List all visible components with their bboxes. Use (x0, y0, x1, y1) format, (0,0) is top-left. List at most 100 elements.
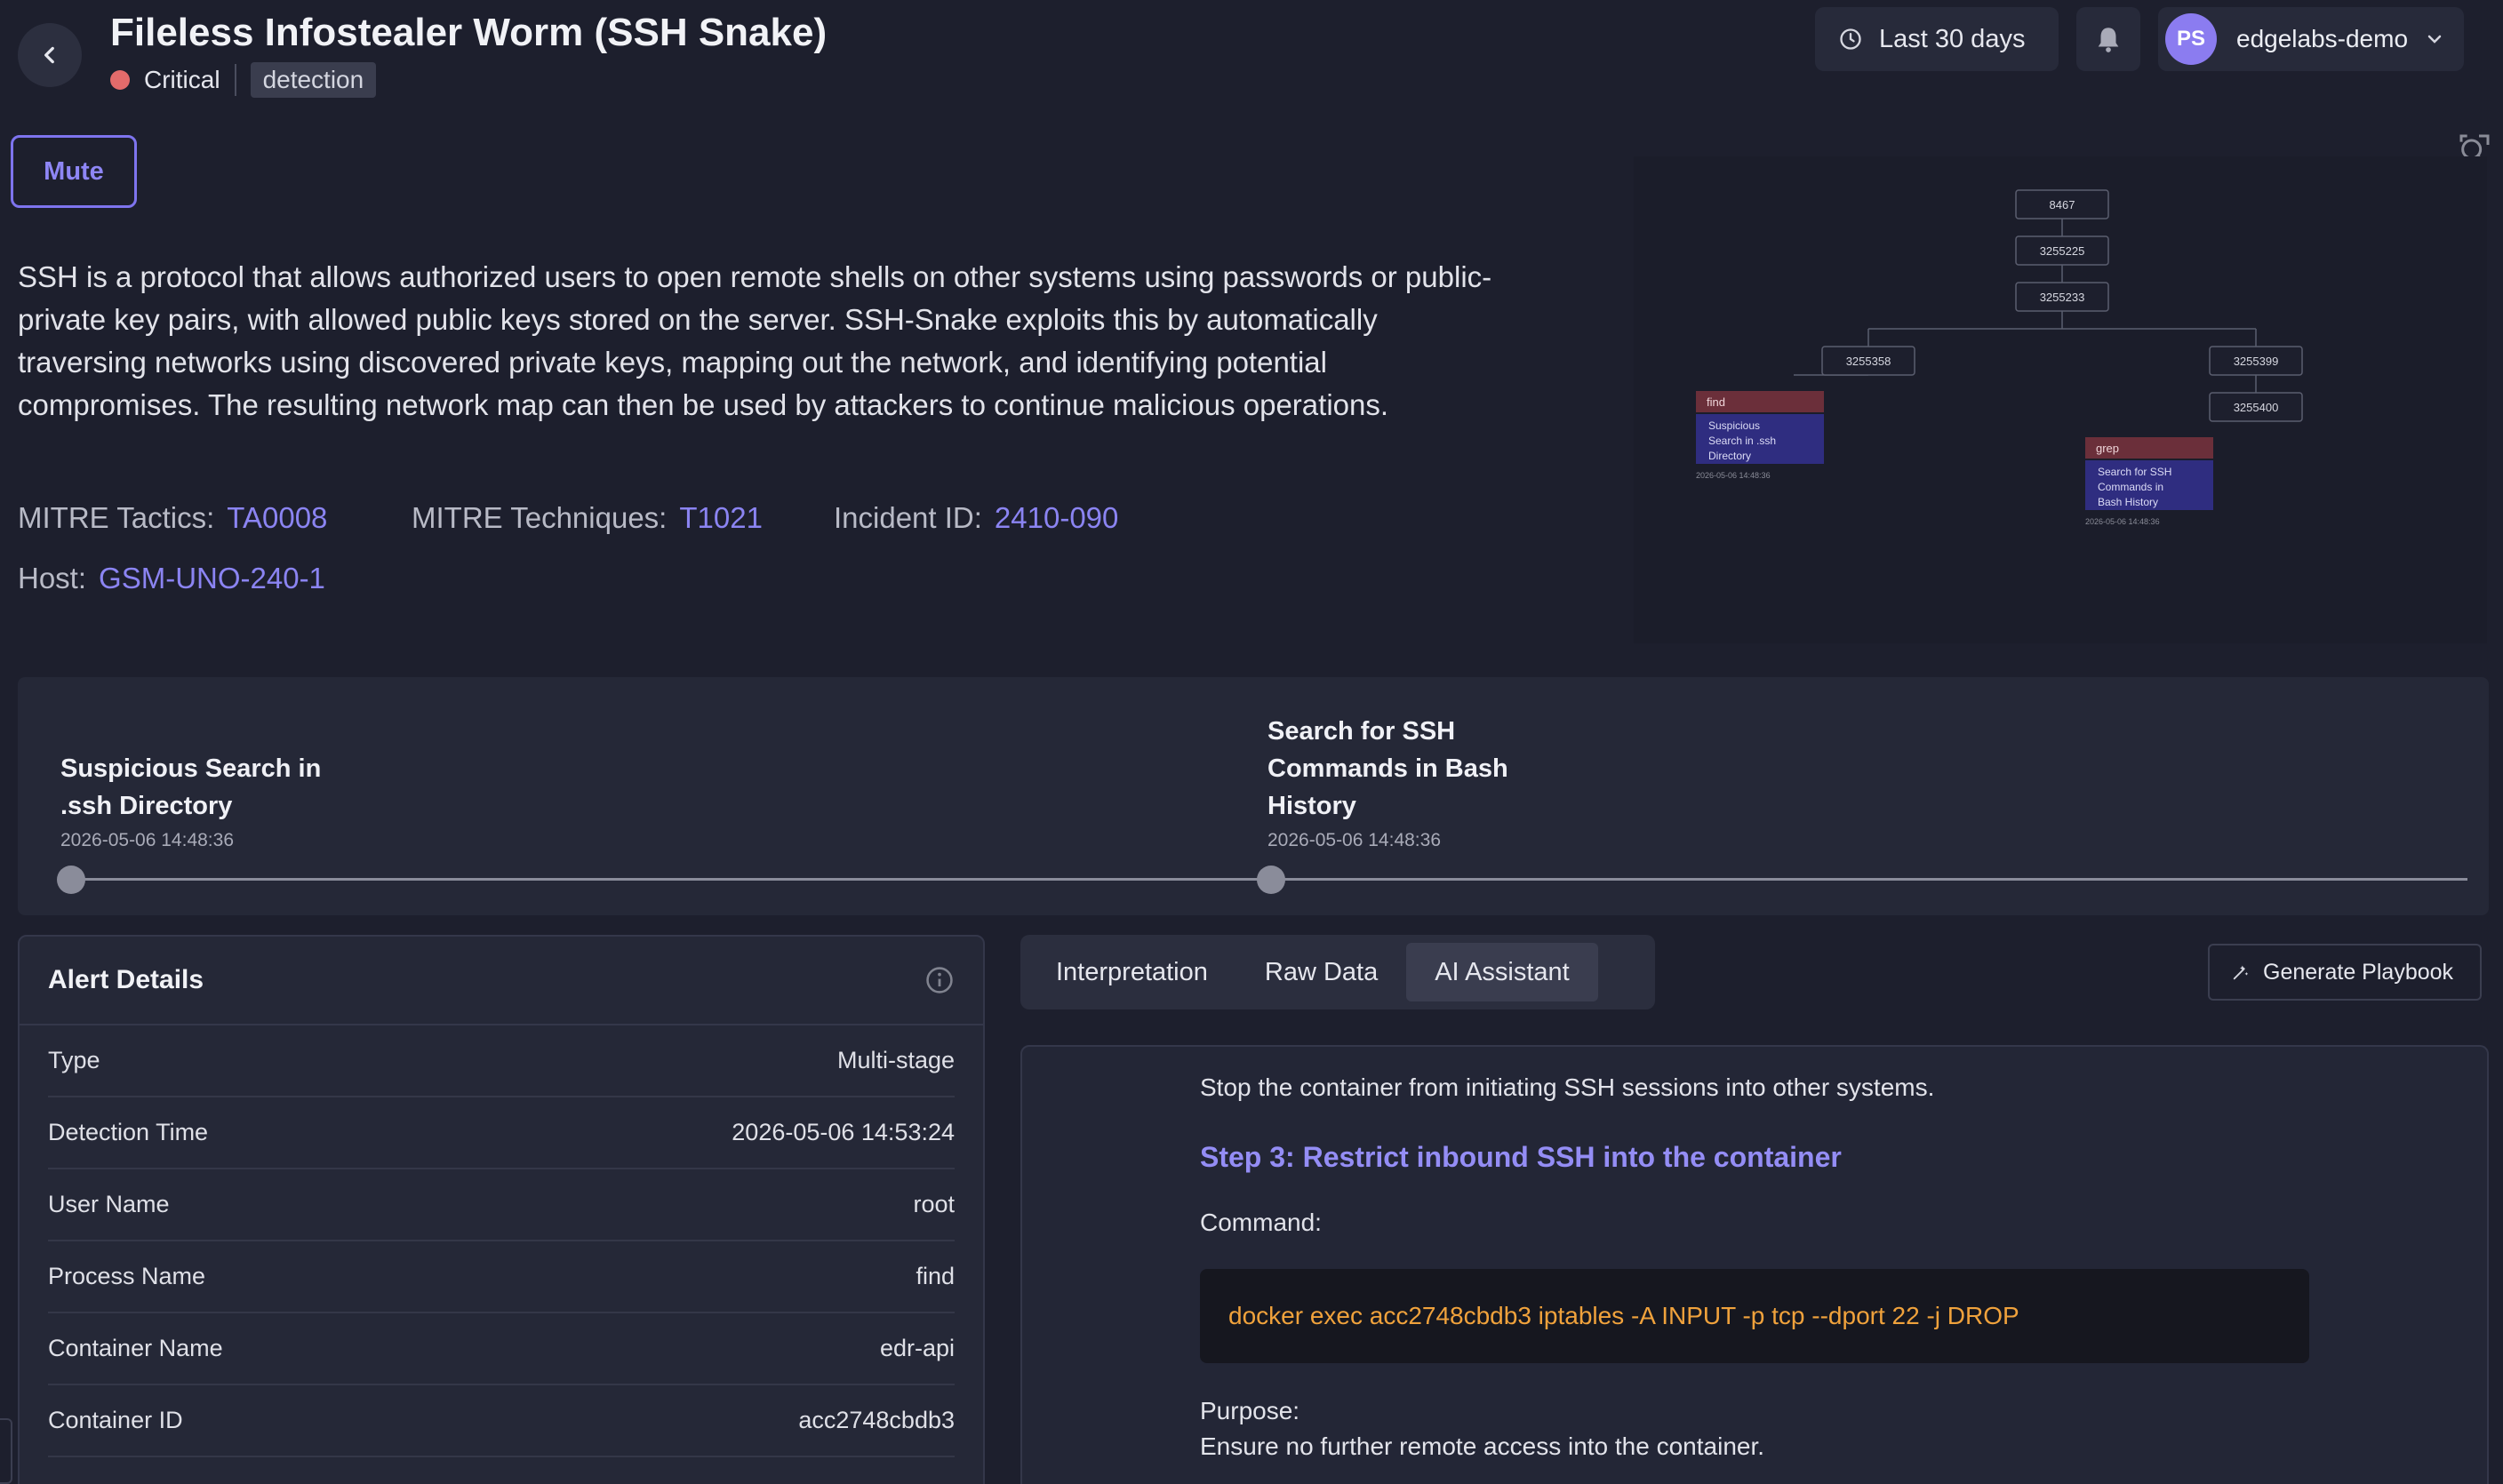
divider (234, 64, 236, 96)
ai-command-label: Command: (1200, 1209, 1322, 1236)
detail-value: Multi-stage (836, 1047, 955, 1073)
chevron-down-icon (2427, 35, 2442, 44)
detail-key: Process Name (48, 1263, 206, 1289)
detail-value: root (913, 1191, 955, 1217)
graph-alert-line: Suspicious (1708, 419, 1760, 432)
timeline-event-time: 2026-05-06 14:48:36 (60, 830, 234, 850)
detail-value: acc2748cbdb3 (798, 1407, 955, 1433)
ai-step-heading: Step 3: Restrict inbound SSH into the co… (1200, 1141, 1842, 1173)
graph-node-label: 3255399 (2234, 355, 2279, 368)
graph-node-label: 3255358 (1846, 355, 1891, 368)
ai-command-code[interactable]: docker exec acc2748cbdb3 iptables -A INP… (1200, 1269, 2309, 1363)
notifications-button[interactable] (2076, 7, 2140, 71)
user-name: edgelabs-demo (2236, 25, 2409, 52)
incident-id: Incident ID: 2410-090 (834, 501, 1118, 535)
host-label: Host: (18, 562, 87, 594)
generate-playbook-button[interactable]: Generate Playbook (2208, 944, 2482, 1001)
graph-alert-tag: grep (2096, 442, 2119, 455)
detail-tabs: Interpretation Raw Data AI Assistant (1020, 935, 1655, 1009)
mitre-tactics-link[interactable]: TA0008 (227, 501, 327, 534)
host-link[interactable]: GSM-UNO-240-1 (99, 562, 325, 594)
generate-playbook-label: Generate Playbook (2263, 959, 2454, 985)
incident-id-label: Incident ID: (834, 501, 982, 534)
graph-alert-tag: find (1707, 395, 1725, 409)
graph-node-label: 3255400 (2234, 401, 2279, 414)
timeline-event: Search for SSH Commands in Bash History … (1267, 713, 1508, 851)
timeline-marker[interactable] (57, 866, 85, 894)
process-graph[interactable]: 8467 3255225 3255233 3255358 3255399 325… (1634, 156, 2487, 643)
timeline-event-title: .ssh Directory (60, 792, 233, 820)
detail-key: Container ID (48, 1407, 183, 1433)
graph-node-3255399[interactable]: 3255399 (2209, 346, 2303, 376)
mitre-techniques-link[interactable]: T1021 (679, 501, 763, 534)
mitre-tactics-label: MITRE Tactics: (18, 501, 215, 534)
graph-alert-line: Search for SSH (2098, 466, 2171, 478)
severity-label: Critical (144, 66, 220, 93)
host: Host: GSM-UNO-240-1 (18, 562, 325, 595)
detail-key: Container Name (48, 1335, 223, 1361)
detail-row: Container Name edr-api (48, 1313, 955, 1385)
bell-icon (2098, 28, 2119, 52)
graph-node-8467[interactable]: 8467 (2015, 189, 2109, 219)
graph-alert-grep[interactable]: grep Search for SSH Commands in Bash His… (2085, 437, 2213, 526)
alert-description: SSH is a protocol that allows authorized… (18, 260, 1492, 421)
detail-row: User Name root (48, 1169, 955, 1241)
event-timeline: Suspicious Search in .ssh Directory 2026… (18, 677, 2489, 915)
detail-row: Detection Time 2026-05-06 14:53:24 (48, 1097, 955, 1169)
graph-alert-line: Directory (1708, 450, 1751, 462)
mute-button[interactable]: Mute (11, 135, 137, 208)
ai-purpose-text: Ensure no further remote access into the… (1200, 1432, 1765, 1460)
magic-wand-icon (2233, 965, 2249, 980)
graph-alert-line: Commands in (2098, 481, 2163, 493)
tab-interpretation[interactable]: Interpretation (1028, 943, 1236, 1001)
avatar: PS (2165, 13, 2217, 65)
detail-value: find (916, 1263, 955, 1289)
detail-row: Type Multi-stage (48, 1025, 955, 1097)
ai-assistant-panel: Stop the container from initiating SSH s… (1020, 1045, 2489, 1484)
timeline-event: Suspicious Search in .ssh Directory 2026… (60, 750, 321, 851)
detail-value: 2026-05-06 14:53:24 (732, 1119, 955, 1145)
graph-node-3255358[interactable]: 3255358 (1821, 346, 1915, 376)
panel-title: Alert Details (48, 965, 204, 994)
back-button[interactable] (18, 23, 82, 87)
info-icon[interactable] (924, 965, 955, 995)
mitre-techniques-label: MITRE Techniques: (412, 501, 668, 534)
category-tag: detection (250, 62, 377, 98)
tab-ai-assistant[interactable]: AI Assistant (1406, 943, 1598, 1001)
mitre-tactics: MITRE Tactics: TA0008 (18, 501, 327, 535)
timeline-event-title: Search for SSH (1267, 717, 1456, 746)
graph-node-3255400[interactable]: 3255400 (2209, 392, 2303, 422)
severity-dot (110, 70, 130, 90)
graph-node-label: 8467 (2050, 198, 2075, 211)
graph-node-label: 3255233 (2040, 291, 2085, 304)
ai-purpose-label: Purpose: (1200, 1397, 1300, 1424)
timeline-event-title: Commands in Bash (1267, 754, 1508, 783)
tab-raw-data[interactable]: Raw Data (1236, 943, 1406, 1001)
incident-id-link[interactable]: 2410-090 (995, 501, 1118, 534)
detail-key: Detection Time (48, 1119, 209, 1145)
alert-details-panel: Alert Details Type Multi-stage Detection … (18, 935, 985, 1484)
detail-row: Process Name find (48, 1241, 955, 1313)
side-drawer-handle[interactable] (0, 1418, 12, 1484)
graph-alert-find[interactable]: find Suspicious Search in .ssh Directory… (1696, 391, 1824, 480)
detail-key: Type (48, 1047, 100, 1073)
graph-node-3255233[interactable]: 3255233 (2015, 282, 2109, 312)
graph-node-label: 3255225 (2040, 244, 2085, 258)
page-title: Fileless Infostealer Worm (SSH Snake) (110, 11, 828, 54)
graph-node-3255225[interactable]: 3255225 (2015, 235, 2109, 266)
timeline-marker[interactable] (1257, 866, 1285, 894)
timeline-event-title: Suspicious Search in (60, 754, 322, 783)
chevron-left-icon (44, 46, 54, 64)
panel-header: Alert Details (20, 937, 983, 1025)
user-menu[interactable]: PS edgelabs-demo (2158, 7, 2464, 71)
timeline-event-title: History (1267, 792, 1356, 820)
time-range-picker[interactable]: Last 30 days (1815, 7, 2059, 71)
ai-intro: Stop the container from initiating SSH s… (1200, 1073, 1935, 1101)
graph-alert-line: Search in .ssh (1708, 435, 1776, 447)
graph-alert-time: 2026-05-06 14:48:36 (1696, 471, 1771, 480)
detail-key: User Name (48, 1191, 170, 1217)
severity-row: Critical detection (110, 62, 377, 98)
graph-alert-line: Bash History (2098, 496, 2158, 508)
clock-icon (1840, 28, 1861, 50)
timeline-event-time: 2026-05-06 14:48:36 (1267, 830, 1441, 850)
